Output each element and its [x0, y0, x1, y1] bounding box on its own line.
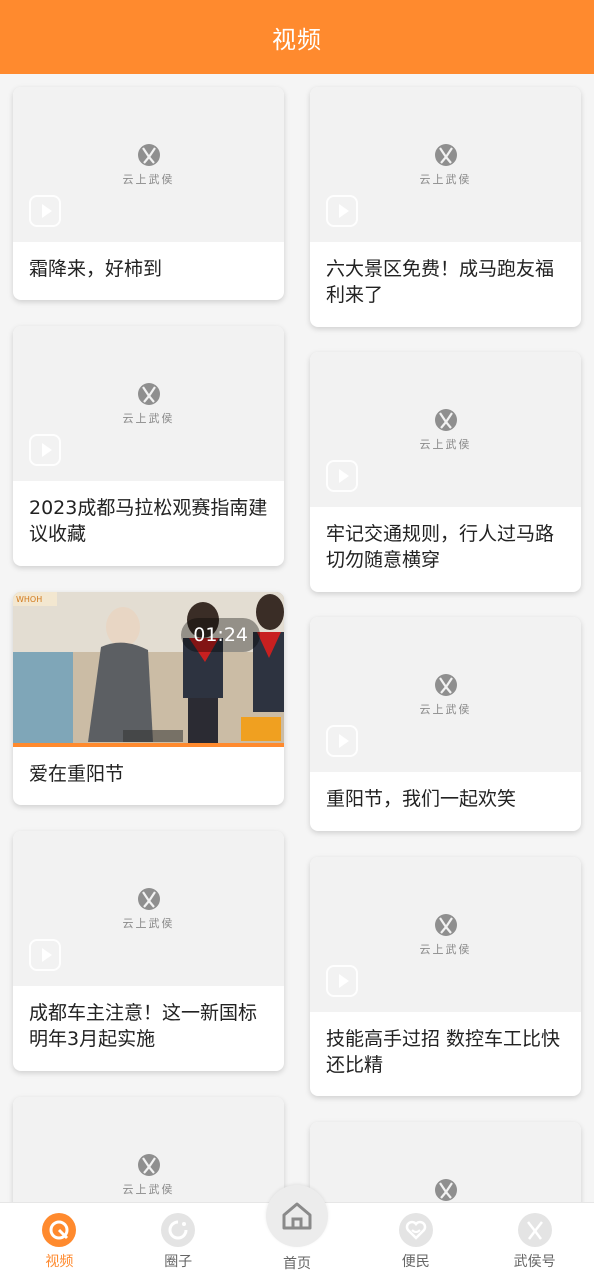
tab-label: 首页: [282, 1256, 311, 1272]
tab-label: 便民: [401, 1254, 430, 1270]
video-card[interactable]: 云上武侯 成都车主注意！这一新国标明年3月起实施: [13, 831, 284, 1071]
video-icon: [42, 1213, 77, 1247]
video-card[interactable]: 云上武侯 牢记交通规则，行人过马路切勿随意横穿: [310, 352, 581, 592]
placeholder-logo: 云上武侯: [420, 673, 472, 717]
video-card[interactable]: 云上武侯 2023成都马拉松观赛指南建议收藏: [13, 326, 284, 566]
video-thumbnail-placeholder[interactable]: 云上武侯: [310, 617, 581, 772]
wuhou-logo-icon: [434, 409, 457, 431]
play-icon[interactable]: [326, 195, 358, 227]
svg-text:WHOH: WHOH: [16, 595, 42, 604]
video-duration-badge: 01:24: [181, 618, 260, 652]
tab-home[interactable]: 首页: [238, 1185, 357, 1280]
video-thumbnail-photo[interactable]: WHOH 01:24: [13, 592, 284, 747]
wuhou-logo-icon: [434, 674, 457, 696]
video-thumbnail-placeholder[interactable]: 云上武侯: [310, 857, 581, 1012]
video-still-image: WHOH: [13, 592, 284, 747]
video-card[interactable]: WHOH 01:24 爱在重阳节: [13, 592, 284, 805]
wuhou-logo-icon: [434, 914, 457, 936]
play-icon[interactable]: [326, 460, 358, 492]
video-thumbnail-placeholder[interactable]: 云上武侯: [13, 326, 284, 481]
tab-video[interactable]: 视频: [0, 1203, 119, 1280]
placeholder-logo: 云上武侯: [123, 382, 175, 426]
video-title[interactable]: 六大景区免费！成马跑友福利来了: [310, 242, 581, 308]
placeholder-logo: 云上武侯: [123, 887, 175, 931]
video-title[interactable]: 霜降来，好柿到: [13, 242, 284, 282]
video-title[interactable]: 牢记交通规则，行人过马路切勿随意横穿: [310, 507, 581, 573]
wuhou-logo-icon: [137, 1154, 160, 1176]
wuhou-logo-icon: [137, 144, 160, 166]
video-title[interactable]: 爱在重阳节: [13, 747, 284, 787]
video-thumbnail-placeholder[interactable]: [310, 1122, 581, 1202]
video-title[interactable]: 技能高手过招 数控车工比快还比精: [310, 1012, 581, 1078]
video-title[interactable]: 2023成都马拉松观赛指南建议收藏: [13, 481, 284, 547]
play-icon[interactable]: [29, 434, 61, 466]
placeholder-logo: 云上武侯: [123, 143, 175, 187]
bottom-tab-bar: 视频 圈子 首页 便民 武侯号: [0, 1185, 594, 1280]
play-icon[interactable]: [29, 195, 61, 227]
placeholder-logo: 云上武侯: [123, 1153, 175, 1197]
tab-label: 视频: [45, 1254, 74, 1270]
page-title: 视频: [272, 25, 322, 54]
video-title[interactable]: 成都车主注意！这一新国标明年3月起实施: [13, 986, 284, 1052]
video-card[interactable]: 云上武侯 技能高手过招 数控车工比快还比精: [310, 857, 581, 1096]
placeholder-logo: 云上武侯: [420, 913, 472, 957]
video-feed[interactable]: 云上武侯 霜降来，好柿到 云上武侯 2023成都马拉松观赛指南建议收藏 WHOH…: [0, 74, 594, 1202]
tab-circle[interactable]: 圈子: [119, 1203, 238, 1280]
video-card[interactable]: 云上武侯: [13, 1097, 284, 1202]
video-card[interactable]: 云上武侯 六大景区免费！成马跑友福利来了: [310, 87, 581, 327]
tab-label: 武侯号: [513, 1254, 556, 1270]
video-card[interactable]: 云上武侯 重阳节，我们一起欢笑: [310, 617, 581, 831]
home-icon: [265, 1185, 328, 1247]
wuhou-icon: [517, 1213, 552, 1247]
video-thumbnail-placeholder[interactable]: 云上武侯: [13, 1097, 284, 1202]
video-title[interactable]: 重阳节，我们一起欢笑: [310, 772, 581, 812]
video-thumbnail-placeholder[interactable]: 云上武侯: [310, 352, 581, 507]
video-thumbnail-placeholder[interactable]: 云上武侯: [310, 87, 581, 242]
placeholder-logo: 云上武侯: [420, 143, 472, 187]
app-header: 视频: [0, 0, 594, 74]
wuhou-logo-icon: [434, 1179, 457, 1201]
play-icon[interactable]: [326, 725, 358, 757]
tab-label: 圈子: [164, 1254, 193, 1270]
wuhou-logo-icon: [137, 383, 160, 405]
circle-icon: [161, 1213, 196, 1247]
tab-wuhou[interactable]: 武侯号: [475, 1203, 594, 1280]
video-card[interactable]: 云上武侯 霜降来，好柿到: [13, 87, 284, 300]
tab-services[interactable]: 便民: [356, 1203, 475, 1280]
placeholder-logo: [434, 1178, 458, 1202]
play-icon[interactable]: [326, 965, 358, 997]
play-icon[interactable]: [29, 939, 61, 971]
video-card[interactable]: [310, 1122, 581, 1202]
video-thumbnail-placeholder[interactable]: 云上武侯: [13, 87, 284, 242]
wuhou-logo-icon: [434, 144, 457, 166]
heart-icon: [398, 1213, 433, 1247]
placeholder-logo: 云上武侯: [420, 408, 472, 452]
wuhou-logo-icon: [137, 888, 160, 910]
video-thumbnail-placeholder[interactable]: 云上武侯: [13, 831, 284, 986]
